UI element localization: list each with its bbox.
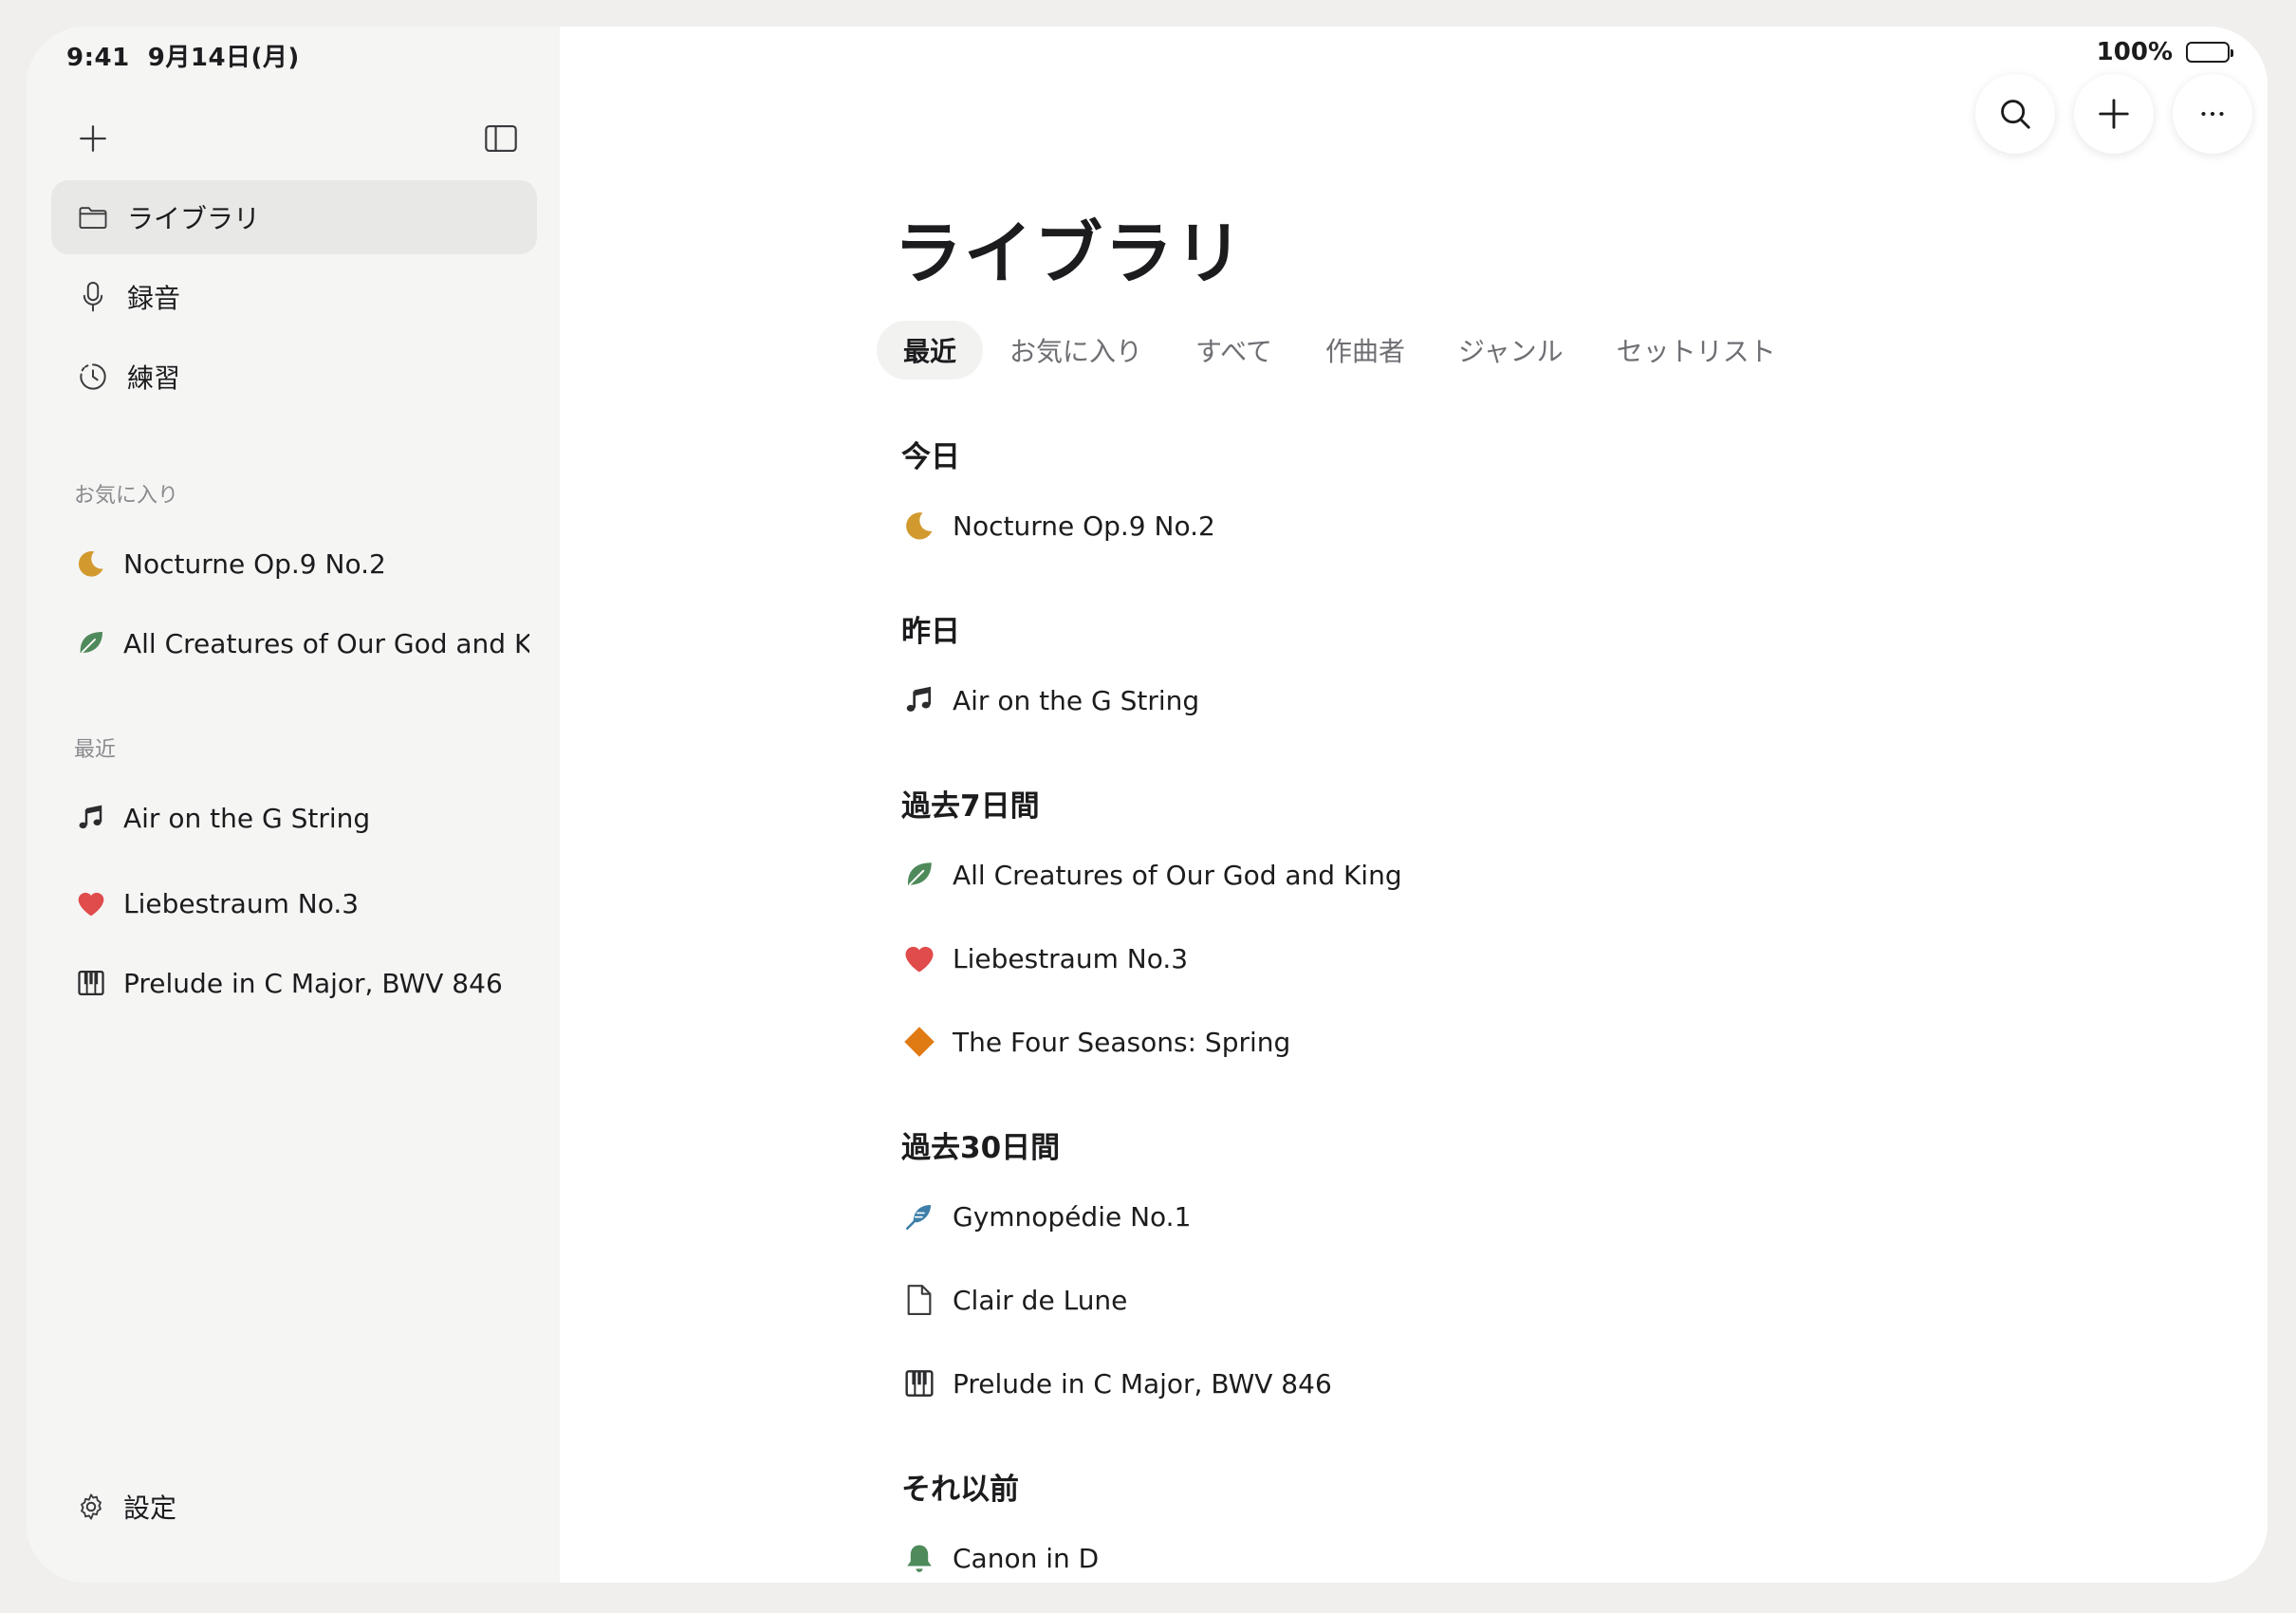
sidebar: 9:41 9月14日(月) ライブラリ 録音 練習 お気に入り Nocturne…	[27, 27, 560, 1583]
list-item[interactable]: Clair de Lune	[901, 1273, 1127, 1326]
recent-title: Air on the G String	[123, 802, 371, 834]
group-heading-past-30-days: 過去30日間	[901, 1131, 1061, 1165]
new-item-button[interactable]	[66, 112, 120, 165]
item-title: Liebestraum No.3	[953, 942, 1189, 974]
item-title: The Four Seasons: Spring	[953, 1026, 1291, 1058]
microphone-icon	[76, 280, 110, 314]
status-time: 9:41 9月14日(月)	[66, 44, 300, 72]
item-title: Prelude in C Major, BWV 846	[953, 1367, 1332, 1400]
list-item[interactable]: Gymnopédie No.1	[901, 1190, 1191, 1243]
plus-icon	[2099, 99, 2129, 129]
list-item[interactable]: Canon in D	[901, 1531, 1099, 1583]
recent-section-label: 最近	[74, 738, 117, 762]
list-item[interactable]: Nocturne Op.9 No.2	[901, 499, 1215, 552]
group-heading-today: 今日	[901, 440, 960, 474]
sidebar-recent-item[interactable]: Prelude in C Major, BWV 846	[74, 956, 529, 1010]
sidebar-item-recordings[interactable]: 録音	[51, 260, 537, 334]
list-item[interactable]: Prelude in C Major, BWV 846	[901, 1357, 1332, 1410]
item-title: Canon in D	[953, 1542, 1100, 1574]
tab-composer[interactable]: 作曲者	[1299, 321, 1432, 380]
practice-timer-icon	[76, 360, 110, 394]
item-title: Clair de Lune	[953, 1284, 1128, 1316]
sidebar-recent-item[interactable]: Liebestraum No.3	[74, 877, 529, 930]
item-title: Gymnopédie No.1	[953, 1200, 1192, 1233]
item-title: Nocturne Op.9 No.2	[953, 510, 1215, 542]
bell-icon	[901, 1540, 937, 1576]
diamond-icon	[901, 1024, 937, 1060]
tab-all[interactable]: すべて	[1169, 321, 1299, 380]
settings-button[interactable]: 設定	[74, 1488, 176, 1526]
tab-recent[interactable]: 最近	[877, 321, 984, 380]
page-title: ライブラリ	[894, 213, 1246, 293]
moon-icon	[74, 547, 108, 581]
document-icon	[901, 1282, 937, 1318]
sidebar-favorite-item[interactable]: Nocturne Op.9 No.2	[74, 537, 529, 590]
battery-percent: 100%	[2096, 38, 2173, 66]
search-icon	[2001, 100, 2030, 129]
tab-genre[interactable]: ジャンル	[1432, 321, 1590, 380]
favorites-section-label: お気に入り	[74, 484, 179, 508]
leaf-icon	[901, 857, 937, 893]
sidebar-recent-item[interactable]: Air on the G String	[74, 791, 529, 844]
recent-title: Prelude in C Major, BWV 846	[123, 967, 503, 999]
group-heading-yesterday: 昨日	[901, 615, 960, 649]
tab-favorites[interactable]: お気に入り	[983, 321, 1169, 380]
list-item[interactable]: The Four Seasons: Spring	[901, 1015, 1290, 1068]
moon-icon	[901, 508, 937, 544]
item-title: Air on the G String	[953, 684, 1200, 716]
toggle-sidebar-button[interactable]	[474, 112, 528, 165]
more-button[interactable]	[2173, 74, 2252, 154]
sidebar-item-label: ライブラリ	[127, 203, 261, 234]
favorite-title: All Creatures of Our God and K...	[123, 627, 529, 659]
plus-icon	[80, 125, 106, 152]
sidebar-item-library[interactable]: ライブラリ	[51, 180, 537, 254]
sidebar-item-practice[interactable]: 練習	[51, 340, 537, 414]
search-button[interactable]	[1975, 74, 2055, 154]
list-item[interactable]: Liebestraum No.3	[901, 932, 1188, 985]
heart-icon	[901, 940, 937, 976]
feather-icon	[901, 1198, 937, 1234]
group-heading-earlier: それ以前	[901, 1473, 1019, 1507]
ellipsis-icon	[2201, 111, 2224, 117]
music-note-icon	[74, 801, 108, 835]
sidebar-favorite-item[interactable]: All Creatures of Our God and K...	[74, 617, 529, 670]
list-item[interactable]: All Creatures of Our God and King	[901, 848, 1402, 901]
ipad-screen: 9:41 9月14日(月) ライブラリ 録音 練習 お気に入り Nocturne…	[27, 27, 2268, 1583]
leaf-icon	[74, 626, 108, 660]
music-note-icon	[901, 682, 937, 718]
sidebar-item-label: 録音	[127, 283, 181, 314]
heart-icon	[74, 886, 108, 920]
group-heading-past-7-days: 過去7日間	[901, 789, 1040, 824]
settings-label: 設定	[123, 1492, 177, 1524]
sidebar-toggle-icon	[485, 124, 517, 153]
add-button[interactable]	[2074, 74, 2154, 154]
status-battery: 100%	[2096, 38, 2233, 66]
item-title: All Creatures of Our God and King	[953, 859, 1402, 891]
piano-icon	[901, 1365, 937, 1401]
main-content: 100% ライブラリ 最近 お気に入り すべて 作曲者 ジャンル セットリスト …	[560, 27, 2268, 1583]
recent-title: Liebestraum No.3	[123, 887, 360, 919]
piano-icon	[74, 966, 108, 1000]
gear-icon	[74, 1490, 108, 1524]
tab-setlist[interactable]: セットリスト	[1590, 321, 1803, 380]
battery-icon	[2186, 42, 2233, 63]
favorite-title: Nocturne Op.9 No.2	[123, 547, 386, 580]
sidebar-item-label: 練習	[127, 362, 181, 394]
filter-tabs: 最近 お気に入り すべて 作曲者 ジャンル セットリスト	[877, 321, 1803, 380]
folder-icon	[76, 200, 110, 234]
list-item[interactable]: Air on the G String	[901, 674, 1199, 727]
